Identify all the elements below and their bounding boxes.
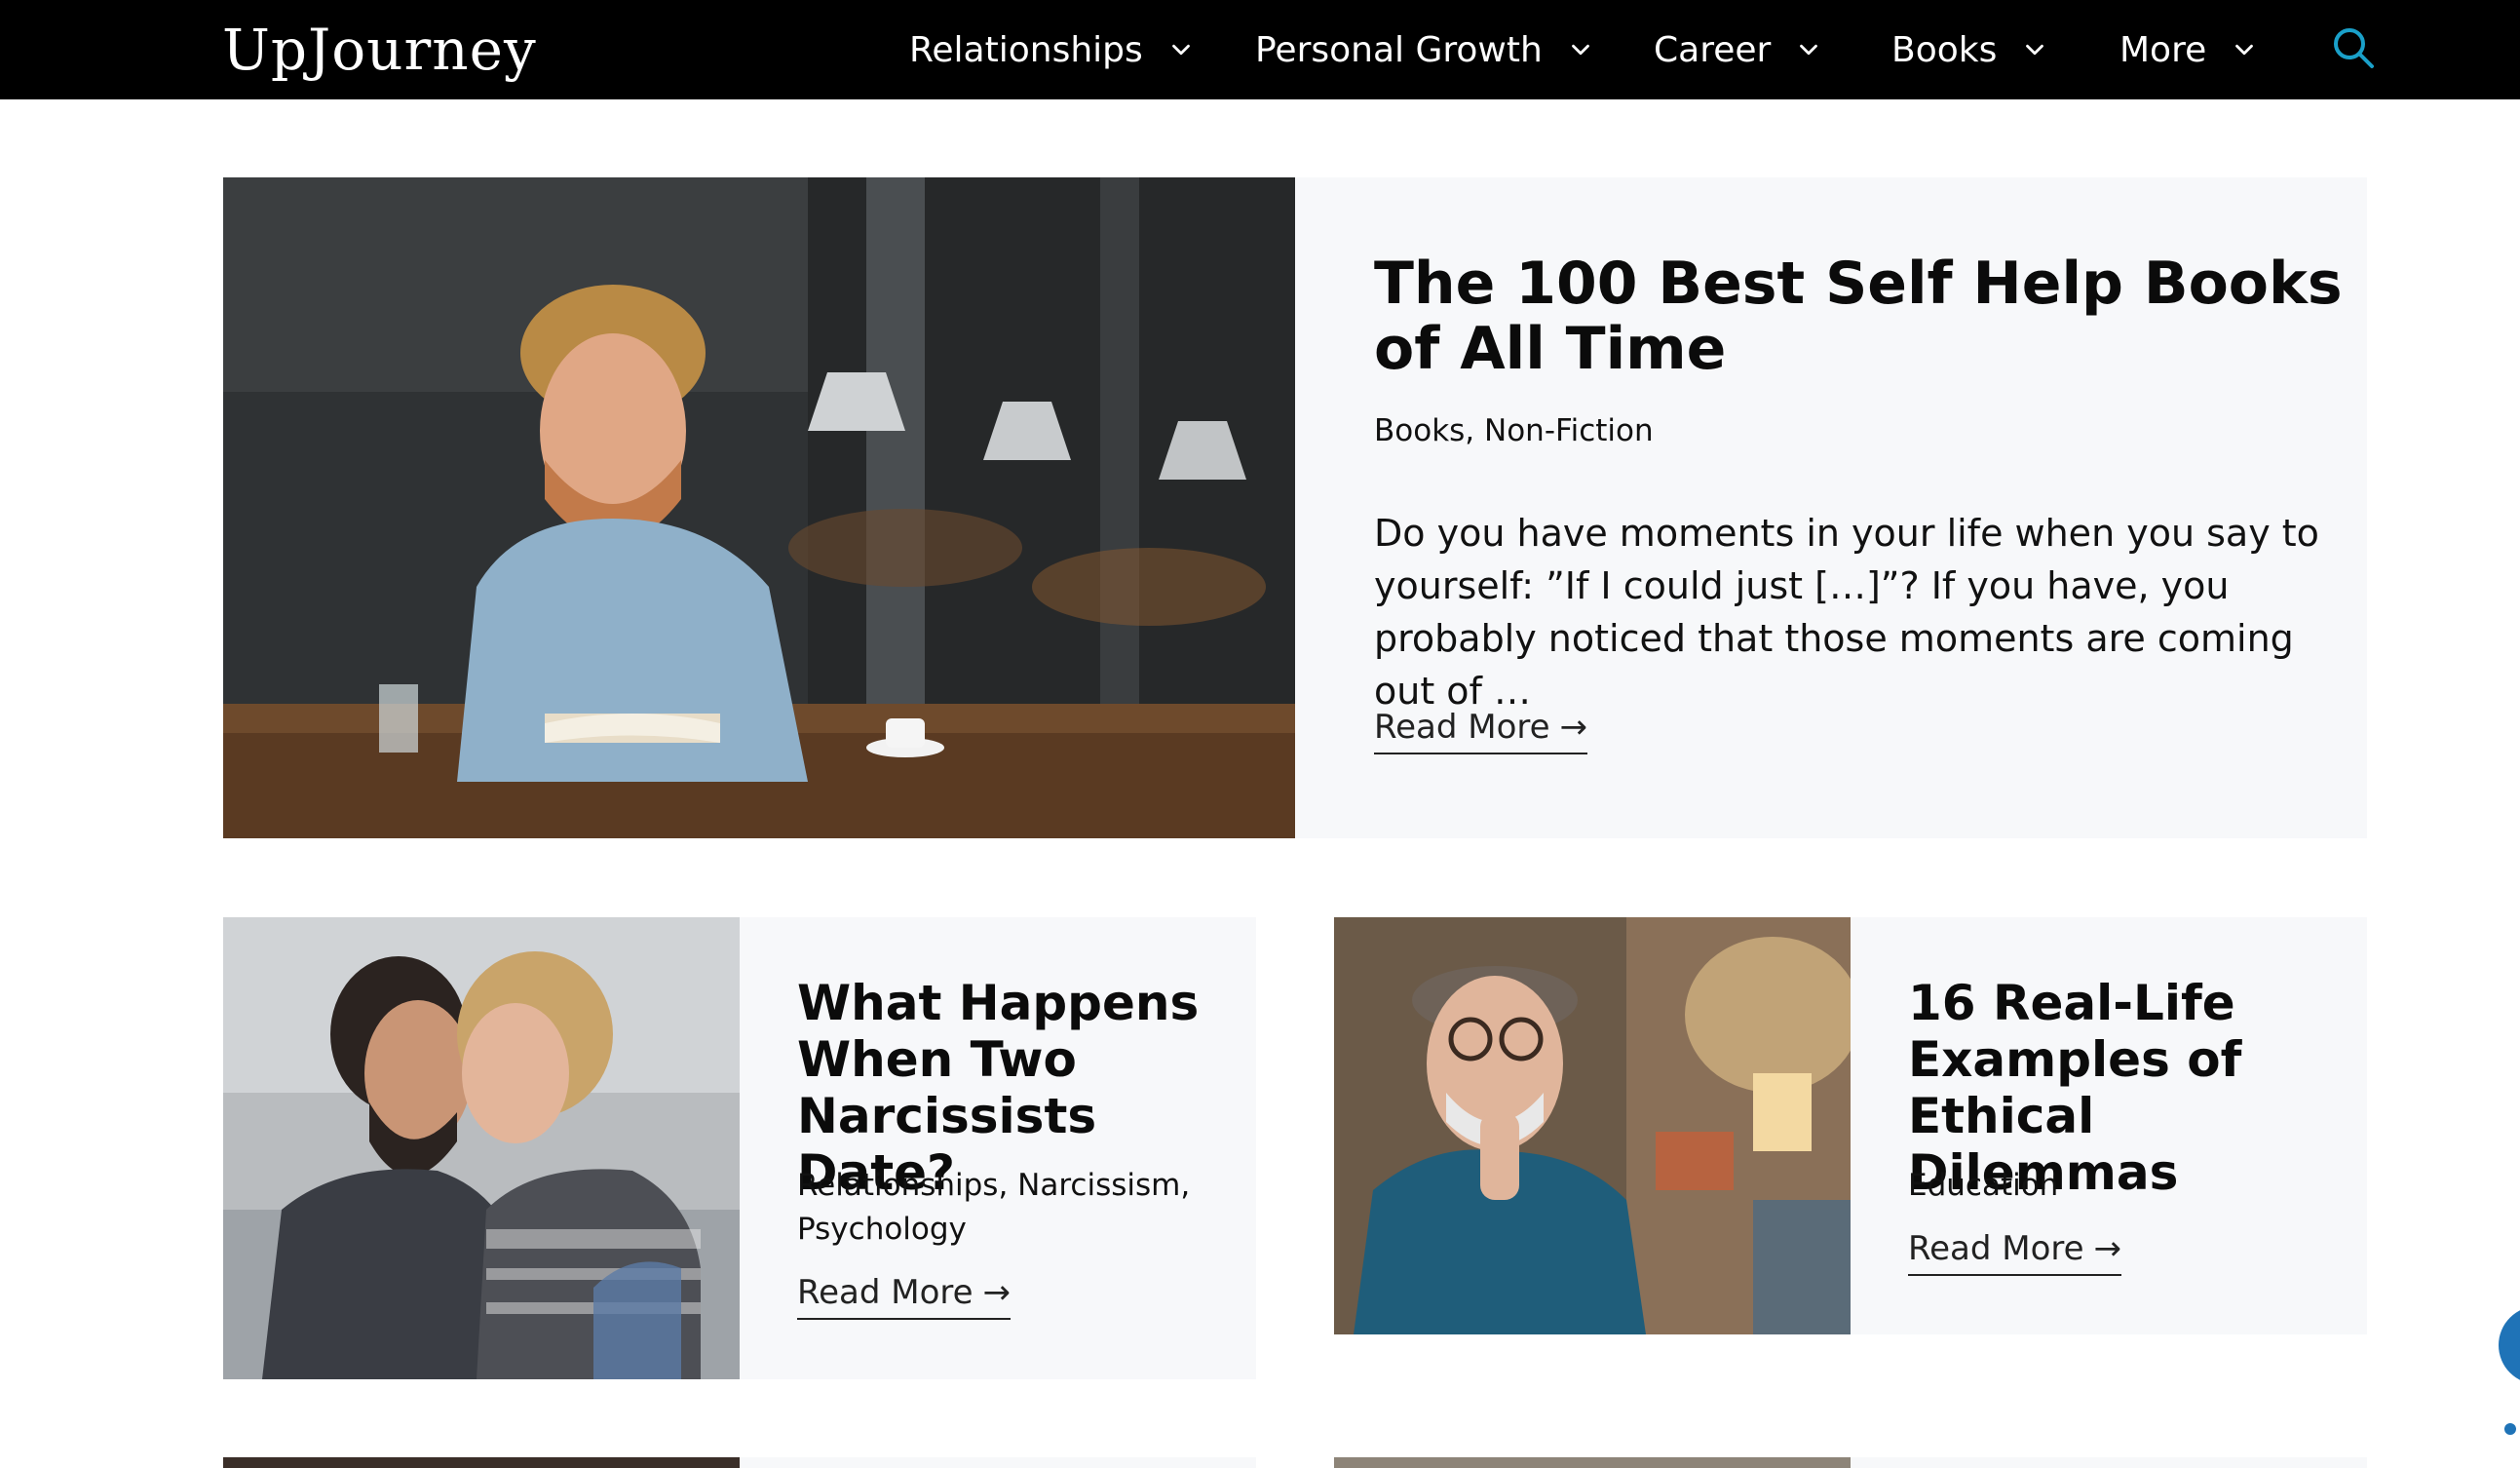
chevron-down-icon bbox=[1800, 44, 1818, 56]
chat-widget-indicator bbox=[2504, 1423, 2516, 1435]
post-read-more-link[interactable]: Read More → bbox=[1908, 1229, 2122, 1276]
nav-item-career[interactable]: Career bbox=[1654, 0, 1823, 99]
read-more-label: Read More bbox=[797, 1273, 974, 1312]
post-image[interactable] bbox=[223, 917, 740, 1379]
chat-widget-button[interactable] bbox=[2499, 1306, 2520, 1384]
featured-read-more-link[interactable]: Read More → bbox=[1374, 708, 1588, 754]
featured-post-image[interactable] bbox=[223, 177, 1295, 838]
nav-item-relationships[interactable]: Relationships bbox=[909, 0, 1196, 99]
search-button[interactable] bbox=[2329, 23, 2380, 74]
chevron-down-icon bbox=[1571, 44, 1589, 56]
featured-post-title[interactable]: The 100 Best Self Help Books of All Time bbox=[1374, 251, 2348, 382]
featured-post-categories[interactable]: Books, Non-Fiction bbox=[1374, 409, 1654, 453]
nav-item-more[interactable]: More bbox=[2119, 0, 2259, 99]
arrow-right-icon: → bbox=[982, 1273, 1012, 1312]
post-image[interactable] bbox=[223, 1457, 740, 1468]
nav-item-label: Relationships bbox=[909, 29, 1143, 70]
chevron-down-icon bbox=[2026, 44, 2044, 56]
site-logo[interactable]: UpJourney bbox=[222, 6, 537, 94]
site-header: UpJourney Relationships Personal Growth … bbox=[0, 0, 2520, 99]
post-image[interactable] bbox=[1334, 917, 1851, 1334]
read-more-label: Read More bbox=[1908, 1229, 2084, 1268]
chevron-down-icon bbox=[2235, 44, 2254, 56]
nav-item-label: More bbox=[2119, 29, 2207, 70]
read-more-label: Read More bbox=[1374, 708, 1550, 747]
post-read-more-link[interactable]: Read More → bbox=[797, 1273, 1012, 1320]
nav-item-books[interactable]: Books bbox=[1891, 0, 2049, 99]
nav-item-personal-growth[interactable]: Personal Growth bbox=[1255, 0, 1595, 99]
nav-item-label: Books bbox=[1891, 29, 1998, 70]
arrow-right-icon: → bbox=[2093, 1229, 2122, 1268]
search-icon bbox=[2334, 28, 2374, 68]
post-image[interactable] bbox=[1334, 1457, 1851, 1468]
featured-post-excerpt: Do you have moments in your life when yo… bbox=[1374, 512, 2319, 713]
post-categories[interactable]: Relationships, Narcissism, Psychology bbox=[797, 1164, 1206, 1252]
chevron-down-icon bbox=[1171, 44, 1190, 56]
nav-item-label: Personal Growth bbox=[1255, 29, 1543, 70]
post-categories[interactable]: Education bbox=[1908, 1164, 2317, 1208]
arrow-right-icon: → bbox=[1559, 708, 1588, 747]
nav-item-label: Career bbox=[1654, 29, 1772, 70]
